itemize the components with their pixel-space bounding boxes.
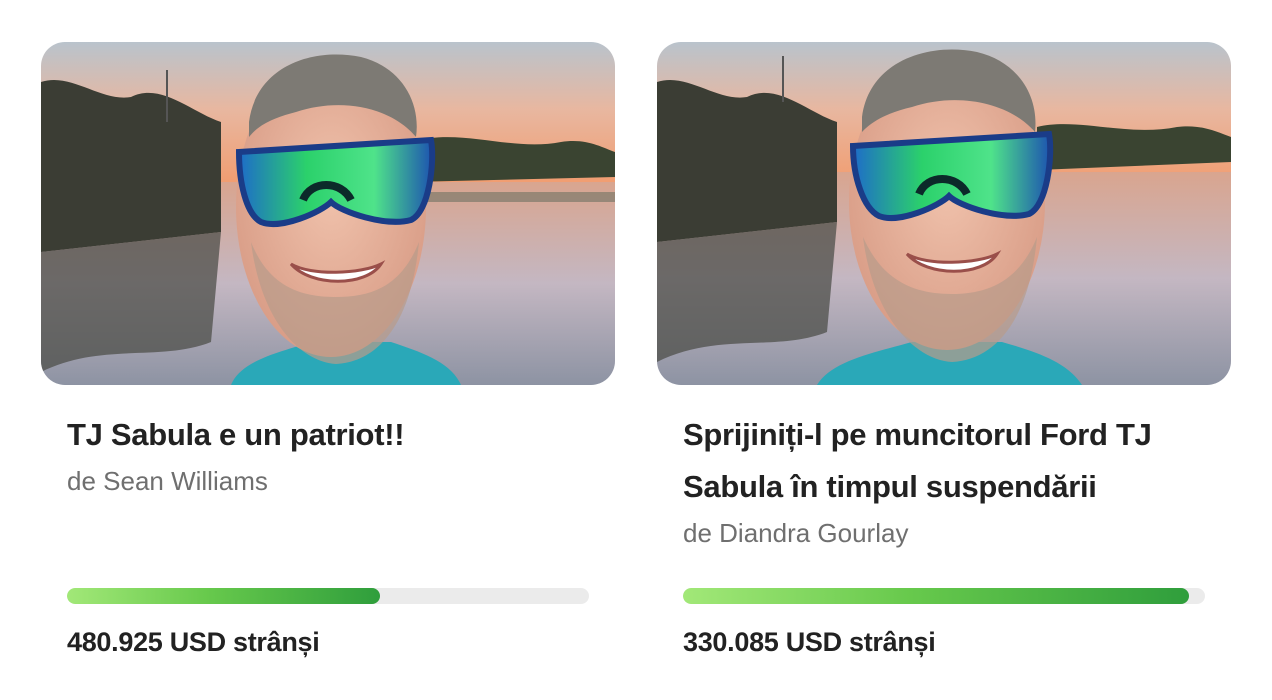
fundraiser-card[interactable]: Sprijiniți-l pe muncitorul Ford TJ Sabul… — [657, 42, 1231, 657]
fundraiser-title[interactable]: Sprijiniți-l pe muncitorul Ford TJ Sabul… — [683, 409, 1205, 513]
selfie-image — [41, 42, 615, 385]
fundraiser-author: de Diandra Gourlay — [683, 518, 909, 548]
progress-bar — [683, 588, 1205, 604]
fundraiser-photo[interactable] — [41, 42, 615, 385]
selfie-image — [657, 42, 1231, 385]
fundraiser-author: de Sean Williams — [67, 466, 268, 496]
fundraiser-card[interactable]: TJ Sabula e un patriot!! de Sean William… — [41, 42, 615, 657]
amount-raised: 330.085 USD strânși — [683, 627, 936, 657]
progress-bar — [67, 588, 589, 604]
amount-raised: 480.925 USD strânși — [67, 627, 320, 657]
progress-fill — [683, 588, 1190, 604]
fundraiser-photo[interactable] — [657, 42, 1231, 385]
progress-fill — [67, 588, 381, 604]
fundraiser-title[interactable]: TJ Sabula e un patriot!! — [67, 409, 589, 461]
